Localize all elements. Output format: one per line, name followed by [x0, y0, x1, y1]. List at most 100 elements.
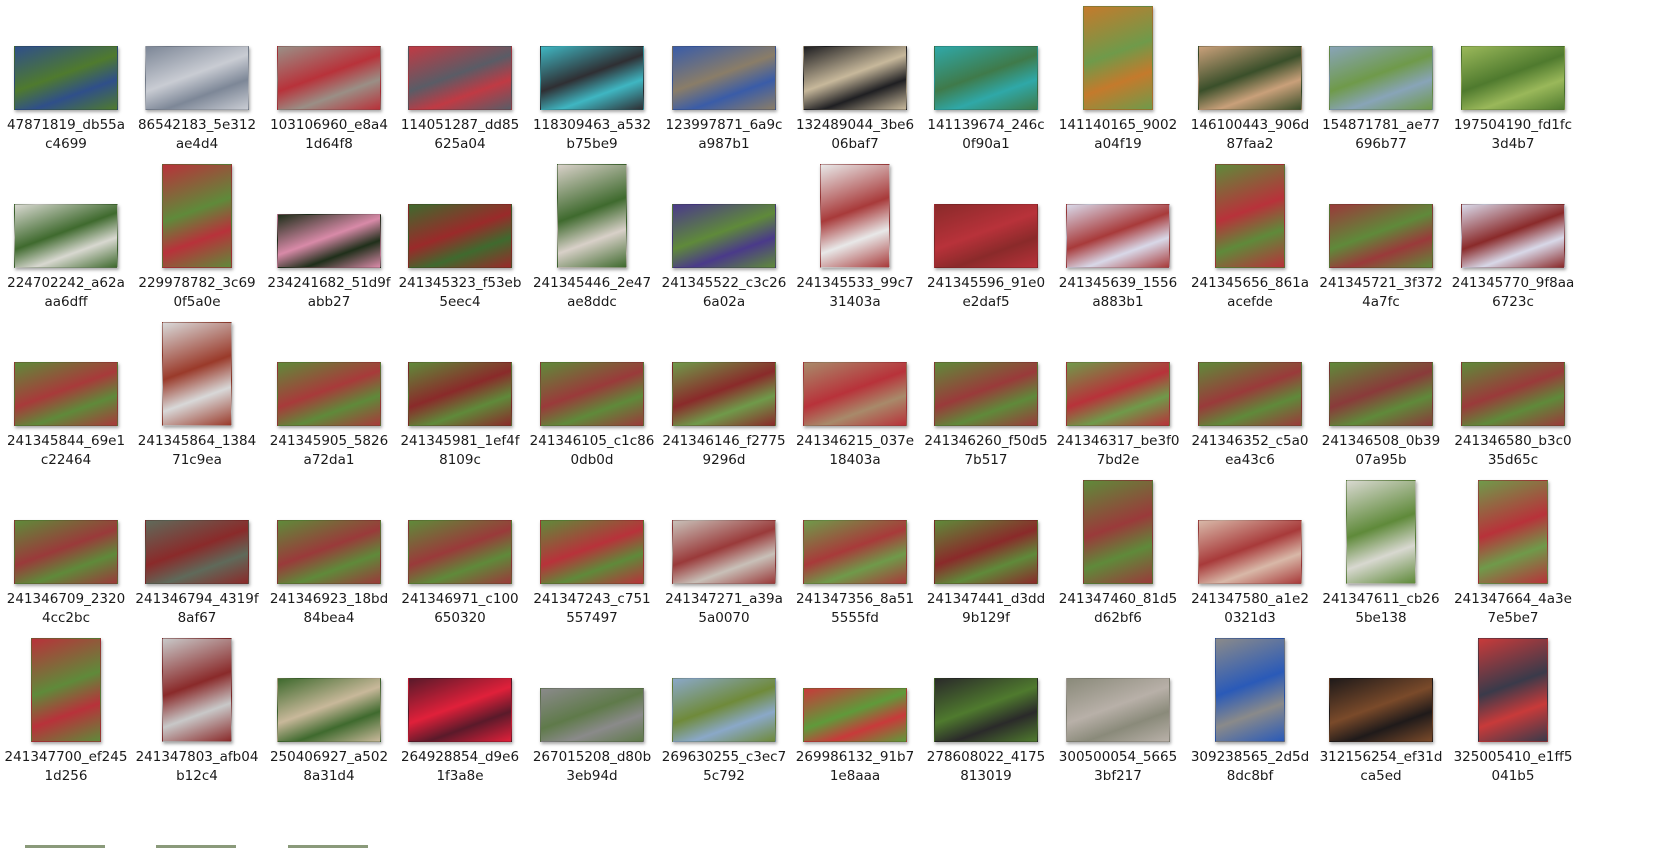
file-name[interactable]: 300500054_5665 3bf217	[1052, 748, 1184, 786]
file-item[interactable]: 241346146_f2775 9296d	[658, 316, 790, 474]
image-thumbnail[interactable]	[277, 520, 381, 584]
image-thumbnail[interactable]	[1066, 204, 1170, 268]
file-name[interactable]: 141140165_9002 a04f19	[1052, 116, 1184, 154]
image-thumbnail[interactable]	[540, 46, 644, 110]
file-item[interactable]: 86542183_5e312 ae4d4	[131, 0, 263, 158]
file-name[interactable]: 309238565_2d5d 8dc8bf	[1184, 748, 1316, 786]
file-item[interactable]: 312156254_ef31d ca5ed	[1315, 632, 1447, 790]
image-thumbnail[interactable]	[557, 164, 627, 268]
file-item[interactable]: 250406927_a502 8a31d4	[263, 632, 395, 790]
file-name[interactable]: 269986132_91b7 1e8aaa	[789, 748, 921, 786]
file-item[interactable]: 103106960_e8a4 1d64f8	[263, 0, 395, 158]
image-thumbnail[interactable]	[803, 46, 907, 110]
file-item[interactable]: 154871781_ae77 696b77	[1315, 0, 1447, 158]
image-thumbnail[interactable]	[1198, 362, 1302, 426]
file-name[interactable]: 224702242_a62a aa6dff	[0, 274, 132, 312]
file-name[interactable]: 269630255_c3ec7 5c792	[658, 748, 790, 786]
file-name[interactable]: 229978782_3c69 0f5a0e	[131, 274, 263, 312]
file-item[interactable]: 241346971_c100 650320	[394, 474, 526, 632]
image-thumbnail[interactable]	[803, 362, 907, 426]
image-thumbnail[interactable]	[672, 204, 776, 268]
file-item[interactable]: 241346580_b3c0 35d65c	[1447, 316, 1579, 474]
file-name[interactable]: 141139674_246c 0f90a1	[920, 116, 1052, 154]
file-item[interactable]: 241345596_91e0 e2daf5	[920, 158, 1052, 316]
image-thumbnail[interactable]	[1215, 638, 1285, 742]
file-name[interactable]: 86542183_5e312 ae4d4	[131, 116, 263, 154]
image-thumbnail[interactable]	[408, 46, 512, 110]
file-name[interactable]: 241347243_c751 557497	[526, 590, 658, 628]
file-item[interactable]: 47871819_db55a c4699	[0, 0, 132, 158]
image-thumbnail[interactable]	[145, 46, 249, 110]
file-name[interactable]: 325005410_e1ff5 041b5	[1447, 748, 1579, 786]
file-name[interactable]: 241345981_1ef4f 8109c	[394, 432, 526, 470]
file-item[interactable]: 241346794_4319f 8af67	[131, 474, 263, 632]
file-item[interactable]: 234241682_51d9f abb27	[263, 158, 395, 316]
file-name[interactable]: 241345844_69e1 c22464	[0, 432, 132, 470]
image-thumbnail[interactable]	[162, 638, 232, 742]
image-thumbnail[interactable]	[31, 638, 101, 742]
file-item[interactable]: 241346260_f50d5 7b517	[920, 316, 1052, 474]
image-thumbnail[interactable]	[408, 678, 512, 742]
image-thumbnail[interactable]	[277, 46, 381, 110]
file-name[interactable]: 241346971_c100 650320	[394, 590, 526, 628]
file-item[interactable]: 241346923_18bd 84bea4	[263, 474, 395, 632]
file-name[interactable]: 118309463_a532 b75be9	[526, 116, 658, 154]
file-name[interactable]: 241347700_ef245 1d256	[0, 748, 132, 786]
image-thumbnail[interactable]	[14, 204, 118, 268]
image-thumbnail[interactable]	[1329, 204, 1433, 268]
file-name[interactable]: 241347356_8a51 5555fd	[789, 590, 921, 628]
image-thumbnail[interactable]	[408, 520, 512, 584]
file-item[interactable]: 141140165_9002 a04f19	[1052, 0, 1184, 158]
file-item[interactable]: 241346215_037e 18403a	[789, 316, 921, 474]
file-name[interactable]: 241345522_c3c26 6a02a	[658, 274, 790, 312]
file-item[interactable]: 241345864_1384 71c9ea	[131, 316, 263, 474]
file-name[interactable]: 132489044_3be6 06baf7	[789, 116, 921, 154]
file-name[interactable]: 154871781_ae77 696b77	[1315, 116, 1447, 154]
file-name[interactable]: 241347803_afb04 b12c4	[131, 748, 263, 786]
image-thumbnail[interactable]	[1478, 480, 1548, 584]
file-name[interactable]: 241347611_cb26 5be138	[1315, 590, 1447, 628]
file-name[interactable]: 241345446_2e47 ae8ddc	[526, 274, 658, 312]
file-item[interactable]: 269630255_c3ec7 5c792	[658, 632, 790, 790]
image-thumbnail[interactable]	[803, 688, 907, 742]
file-name[interactable]: 47871819_db55a c4699	[0, 116, 132, 154]
image-thumbnail[interactable]	[162, 164, 232, 268]
file-name[interactable]: 241347664_4a3e 7e5be7	[1447, 590, 1579, 628]
file-name[interactable]: 241346352_c5a0 ea43c6	[1184, 432, 1316, 470]
file-item[interactable]: 241345905_5826 a72da1	[263, 316, 395, 474]
image-thumbnail[interactable]	[934, 362, 1038, 426]
image-thumbnail[interactable]	[540, 520, 644, 584]
file-item[interactable]: 141139674_246c 0f90a1	[920, 0, 1052, 158]
image-thumbnail[interactable]	[672, 46, 776, 110]
file-item[interactable]: 123997871_6a9c a987b1	[658, 0, 790, 158]
file-name[interactable]: 197504190_fd1fc 3d4b7	[1447, 116, 1579, 154]
image-thumbnail[interactable]	[1329, 362, 1433, 426]
image-thumbnail[interactable]	[1461, 204, 1565, 268]
file-item[interactable]: 241345770_9f8aa 6723c	[1447, 158, 1579, 316]
file-name[interactable]: 312156254_ef31d ca5ed	[1315, 748, 1447, 786]
file-item[interactable]: 241346352_c5a0 ea43c6	[1184, 316, 1316, 474]
file-item[interactable]: 278608022_4175 813019	[920, 632, 1052, 790]
file-item[interactable]: 241347271_a39a 5a0070	[658, 474, 790, 632]
image-thumbnail[interactable]	[277, 678, 381, 742]
file-item[interactable]: 146100443_906d 87faa2	[1184, 0, 1316, 158]
image-thumbnail[interactable]	[1198, 46, 1302, 110]
file-item[interactable]: 241346317_be3f0 7bd2e	[1052, 316, 1184, 474]
file-item[interactable]: 267015208_d80b 3eb94d	[526, 632, 658, 790]
image-thumbnail[interactable]	[934, 520, 1038, 584]
file-name[interactable]: 241346508_0b39 07a95b	[1315, 432, 1447, 470]
image-thumbnail[interactable]	[934, 678, 1038, 742]
file-item[interactable]: 241345446_2e47 ae8ddc	[526, 158, 658, 316]
image-thumbnail[interactable]	[14, 362, 118, 426]
file-name[interactable]: 241345864_1384 71c9ea	[131, 432, 263, 470]
file-name[interactable]: 241346794_4319f 8af67	[131, 590, 263, 628]
file-item[interactable]: 241347803_afb04 b12c4	[131, 632, 263, 790]
image-thumbnail[interactable]	[1346, 480, 1416, 584]
file-item[interactable]: 241346105_c1c86 0db0d	[526, 316, 658, 474]
file-name[interactable]: 278608022_4175 813019	[920, 748, 1052, 786]
file-item[interactable]: 197504190_fd1fc 3d4b7	[1447, 0, 1579, 158]
image-thumbnail[interactable]	[934, 204, 1038, 268]
file-item[interactable]: 241347664_4a3e 7e5be7	[1447, 474, 1579, 632]
file-item[interactable]: 241345721_3f372 4a7fc	[1315, 158, 1447, 316]
file-name[interactable]: 241347580_a1e2 0321d3	[1184, 590, 1316, 628]
